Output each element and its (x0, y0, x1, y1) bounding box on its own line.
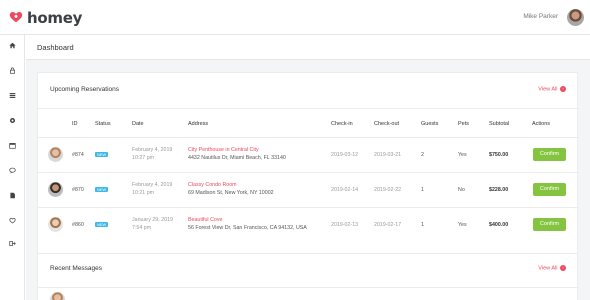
guests-count: 1 (421, 222, 424, 228)
view-all-label: View All (538, 86, 558, 93)
sidebar (0, 35, 25, 300)
checkout-date: 2019-03-21 (374, 152, 402, 158)
reservation-id: #874 (72, 152, 84, 158)
reservation-time: 7:54 pm (132, 225, 152, 231)
home-icon[interactable] (0, 42, 25, 52)
arrow-right-icon: › (560, 265, 566, 271)
reservations-title: Upcoming Reservations (50, 86, 120, 93)
heart-logo-icon (9, 10, 25, 26)
listing-title-link[interactable]: Beautiful Cove (188, 216, 222, 224)
col-header-guests: Guests (421, 121, 439, 127)
chat-icon[interactable] (0, 167, 25, 177)
reservation-date: February 4, 2019 (132, 182, 173, 188)
confirm-button[interactable]: Confirm (533, 148, 566, 161)
col-header-checkout: Check-out (374, 121, 400, 127)
col-header-id: ID (72, 121, 78, 127)
listing-title-link[interactable]: City Penthouse in Central City (188, 146, 259, 154)
app-logo[interactable]: homey (9, 9, 82, 27)
arrow-right-icon: › (560, 86, 566, 92)
col-header-status: Status (95, 121, 111, 127)
listing-title-link[interactable]: Classy Condo Room (188, 181, 237, 189)
guest-avatar[interactable] (48, 147, 63, 162)
checkin-date: 2019-02-14 (331, 187, 359, 193)
reservation-date: February 4, 2019 (132, 147, 173, 153)
table-row: #870 NEW February 4, 2019 10:21 pm Class… (38, 173, 579, 207)
app-name: homey (27, 9, 83, 27)
checkout-date: 2019-02-22 (374, 187, 402, 193)
subtotal-value: $228.00 (489, 187, 509, 193)
guests-count: 2 (421, 152, 424, 158)
user-avatar[interactable] (567, 9, 584, 26)
lock-icon[interactable] (0, 67, 25, 77)
document-icon[interactable] (0, 192, 25, 202)
confirm-button[interactable]: Confirm (533, 218, 566, 231)
guests-count: 1 (421, 187, 424, 193)
divider (38, 108, 579, 109)
status-badge: NEW (95, 187, 109, 192)
heart-icon[interactable] (0, 217, 25, 227)
user-name[interactable]: Mike Parker (523, 13, 558, 20)
main-content: Dashboard Upcoming Reservations View All… (26, 35, 590, 300)
reservation-date: January 29, 2019 (132, 217, 173, 223)
messages-title: Recent Messages (50, 265, 103, 272)
page-title: Dashboard (37, 43, 74, 52)
subtotal-value: $400.00 (489, 222, 509, 228)
reservations-card: Upcoming Reservations View All › ID Stat… (37, 72, 579, 277)
page-header: Dashboard (26, 35, 590, 60)
top-bar: homey Mike Parker (0, 0, 590, 35)
confirm-button[interactable]: Confirm (533, 183, 566, 196)
divider (38, 287, 579, 288)
checkout-date: 2019-02-17 (374, 222, 402, 228)
table-row: #874 NEW February 4, 2019 10:27 pm City … (38, 138, 579, 172)
reservation-time: 10:27 pm (132, 155, 155, 161)
settings-icon[interactable] (0, 117, 25, 127)
message-avatar[interactable] (50, 292, 65, 300)
col-header-date: Date (132, 121, 144, 127)
messages-card: Recent Messages View All › (37, 253, 579, 300)
list-icon[interactable] (0, 92, 25, 102)
reservation-id: #870 (72, 187, 84, 193)
logout-icon[interactable] (0, 240, 25, 250)
pets-value: Yes (458, 152, 467, 158)
guest-avatar[interactable] (48, 217, 63, 232)
col-header-pets: Pets (458, 121, 470, 127)
reservations-view-all-link[interactable]: View All › (538, 86, 566, 92)
col-header-actions: Actions (532, 121, 551, 127)
subtotal-value: $750.00 (489, 152, 509, 158)
status-badge: NEW (95, 152, 109, 157)
table-row: #860 NEW January 29, 2019 7:54 pm Beauti… (38, 208, 579, 242)
listing-address: 4432 Nautilus Dr, Miami Beach, FL 33140 (188, 155, 286, 161)
listing-address: 69 Madison St, New York, NY 10002 (188, 190, 274, 196)
col-header-address: Address (188, 121, 209, 127)
col-header-checkin: Check-in (331, 121, 353, 127)
checkin-date: 2019-03-12 (331, 152, 359, 158)
guest-avatar[interactable] (48, 182, 63, 197)
view-all-label: View All (538, 265, 558, 272)
col-header-subtotal: Subtotal (489, 121, 510, 127)
calendar-icon[interactable] (0, 142, 25, 152)
reservation-id: #860 (72, 222, 84, 228)
listing-address: 56 Forest View Dr, San Francisco, CA 941… (188, 225, 307, 231)
status-badge: NEW (95, 222, 109, 227)
messages-view-all-link[interactable]: View All › (538, 265, 566, 271)
pets-value: No (458, 187, 465, 193)
reservation-time: 10:21 pm (132, 190, 155, 196)
checkin-date: 2019-02-13 (331, 222, 359, 228)
pets-value: Yes (458, 222, 467, 228)
